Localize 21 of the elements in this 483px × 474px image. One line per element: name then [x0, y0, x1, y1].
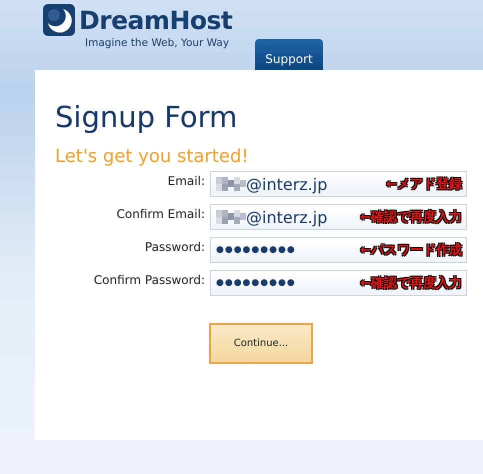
mosaic-icon: [216, 177, 246, 191]
form-subtitle: Let's get you started!: [55, 146, 250, 167]
continue-button[interactable]: Continue...: [209, 323, 313, 364]
field-label: Confirm Password:: [92, 272, 205, 287]
field-label: Password:: [144, 239, 205, 254]
mosaic-icon: [216, 210, 246, 224]
field-label: Email:: [166, 173, 205, 188]
input-field[interactable]: ●●●●●●●●● ←パスワード作成: [210, 237, 467, 263]
moon-logo-icon: [43, 4, 75, 36]
annotation-note: ←確認で再度入力: [360, 274, 463, 292]
input-field[interactable]: ●●●●●●●●● ←確認で再度入力: [210, 270, 467, 296]
annotation-note: ←確認で再度入力: [360, 208, 463, 226]
input-field[interactable]: @interz.jp ←確認で再度入力: [210, 204, 467, 230]
field-label: Confirm Email:: [116, 206, 205, 221]
annotation-note: ←メアド登録: [386, 176, 463, 193]
support-tab[interactable]: Support: [255, 39, 323, 70]
annotation-note: ←パスワード作成: [360, 242, 463, 259]
input-field[interactable]: @interz.jp ←メアド登録: [210, 171, 467, 197]
logo-text: DreamHost: [79, 6, 232, 34]
form-title: Signup Form: [55, 100, 238, 134]
tagline: Imagine the Web, Your Way: [85, 37, 230, 49]
